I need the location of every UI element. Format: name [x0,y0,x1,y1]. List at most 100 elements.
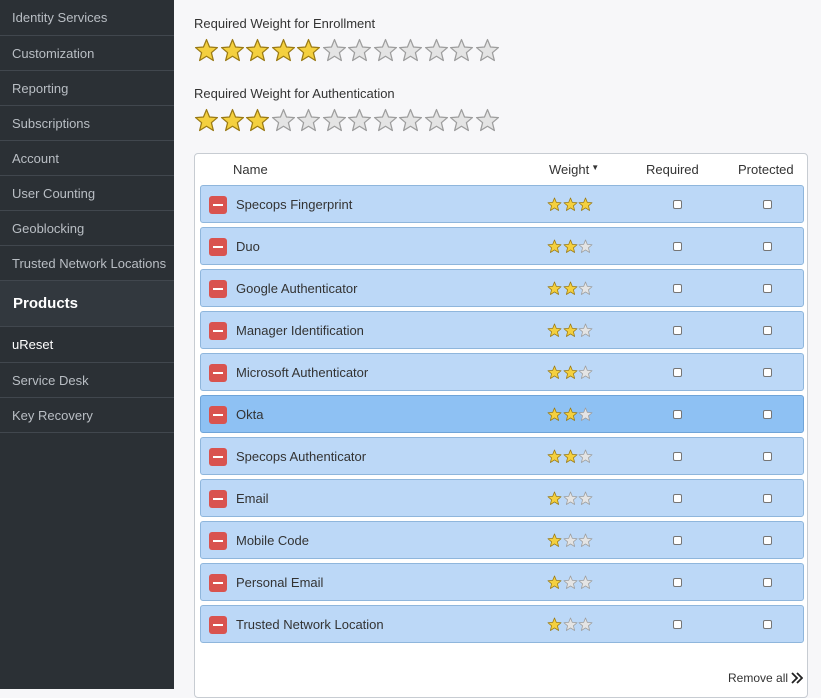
sidebar-item-account[interactable]: Account [0,141,174,176]
enrollment-star-empty-icon[interactable] [347,38,372,63]
protected-checkbox[interactable] [763,242,772,251]
required-checkbox[interactable] [673,536,682,545]
remove-method-button[interactable] [209,490,227,508]
authentication-star-empty-icon[interactable] [296,108,321,133]
weight-star-filled-icon[interactable] [547,407,562,422]
required-checkbox[interactable] [673,200,682,209]
required-checkbox[interactable] [673,494,682,503]
method-row[interactable]: Email [200,479,804,517]
sidebar-item-customization[interactable]: Customization [0,36,174,71]
remove-method-button[interactable] [209,196,227,214]
enrollment-star-filled-icon[interactable] [245,38,270,63]
weight-star-empty-icon[interactable] [578,575,593,590]
enrollment-star-empty-icon[interactable] [475,38,500,63]
enrollment-star-empty-icon[interactable] [322,38,347,63]
required-checkbox[interactable] [673,410,682,419]
weight-star-filled-icon[interactable] [547,365,562,380]
method-row[interactable]: Specops Fingerprint [200,185,804,223]
column-header-protected[interactable]: Protected [738,162,794,177]
protected-checkbox[interactable] [763,536,772,545]
weight-star-filled-icon[interactable] [547,617,562,632]
sidebar-item-identity-services[interactable]: Identity Services [0,0,174,36]
method-row[interactable]: Duo [200,227,804,265]
weight-star-filled-icon[interactable] [578,197,593,212]
weight-star-filled-icon[interactable] [563,281,578,296]
method-row[interactable]: Trusted Network Location [200,605,804,643]
authentication-star-filled-icon[interactable] [220,108,245,133]
protected-checkbox[interactable] [763,410,772,419]
authentication-star-empty-icon[interactable] [449,108,474,133]
weight-star-empty-icon[interactable] [578,617,593,632]
sidebar-item-geoblocking[interactable]: Geoblocking [0,211,174,246]
weight-star-filled-icon[interactable] [547,323,562,338]
weight-star-empty-icon[interactable] [563,533,578,548]
authentication-star-empty-icon[interactable] [322,108,347,133]
weight-star-empty-icon[interactable] [578,407,593,422]
sidebar-item-service-desk[interactable]: Service Desk [0,363,174,398]
enrollment-star-empty-icon[interactable] [449,38,474,63]
sidebar-item-key-recovery[interactable]: Key Recovery [0,398,174,433]
remove-method-button[interactable] [209,532,227,550]
enrollment-star-filled-icon[interactable] [194,38,219,63]
weight-star-filled-icon[interactable] [547,197,562,212]
method-row[interactable]: Microsoft Authenticator [200,353,804,391]
weight-star-filled-icon[interactable] [563,239,578,254]
weight-star-filled-icon[interactable] [547,533,562,548]
protected-checkbox[interactable] [763,494,772,503]
enrollment-star-rating[interactable] [194,38,500,63]
method-weight-rating[interactable] [547,407,594,422]
sidebar-item-trusted-network-locations[interactable]: Trusted Network Locations [0,246,174,281]
weight-star-filled-icon[interactable] [547,575,562,590]
protected-checkbox[interactable] [763,200,772,209]
weight-star-empty-icon[interactable] [578,239,593,254]
authentication-star-empty-icon[interactable] [271,108,296,133]
remove-method-button[interactable] [209,280,227,298]
remove-method-button[interactable] [209,322,227,340]
weight-star-empty-icon[interactable] [563,491,578,506]
required-checkbox[interactable] [673,578,682,587]
authentication-star-empty-icon[interactable] [373,108,398,133]
authentication-star-empty-icon[interactable] [347,108,372,133]
required-checkbox[interactable] [673,452,682,461]
required-checkbox[interactable] [673,242,682,251]
weight-star-empty-icon[interactable] [578,323,593,338]
protected-checkbox[interactable] [763,326,772,335]
enrollment-star-filled-icon[interactable] [296,38,321,63]
authentication-star-filled-icon[interactable] [194,108,219,133]
weight-star-empty-icon[interactable] [578,281,593,296]
weight-star-filled-icon[interactable] [563,323,578,338]
method-weight-rating[interactable] [547,617,594,632]
weight-star-filled-icon[interactable] [563,407,578,422]
weight-star-filled-icon[interactable] [563,197,578,212]
remove-method-button[interactable] [209,448,227,466]
remove-all-link[interactable]: Remove all [728,671,804,685]
method-weight-rating[interactable] [547,323,594,338]
enrollment-star-empty-icon[interactable] [373,38,398,63]
method-weight-rating[interactable] [547,449,594,464]
remove-method-button[interactable] [209,616,227,634]
required-checkbox[interactable] [673,326,682,335]
protected-checkbox[interactable] [763,368,772,377]
method-weight-rating[interactable] [547,575,594,590]
sidebar-item-reporting[interactable]: Reporting [0,71,174,106]
weight-star-filled-icon[interactable] [563,365,578,380]
method-row[interactable]: Okta [200,395,804,433]
weight-star-filled-icon[interactable] [547,239,562,254]
method-row[interactable]: Mobile Code [200,521,804,559]
protected-checkbox[interactable] [763,620,772,629]
weight-star-filled-icon[interactable] [563,449,578,464]
required-checkbox[interactable] [673,284,682,293]
sidebar-item-subscriptions[interactable]: Subscriptions [0,106,174,141]
method-row[interactable]: Personal Email [200,563,804,601]
weight-star-filled-icon[interactable] [547,449,562,464]
enrollment-star-filled-icon[interactable] [220,38,245,63]
remove-method-button[interactable] [209,574,227,592]
authentication-star-rating[interactable] [194,108,500,133]
authentication-star-empty-icon[interactable] [475,108,500,133]
weight-star-empty-icon[interactable] [578,533,593,548]
enrollment-star-empty-icon[interactable] [398,38,423,63]
weight-star-filled-icon[interactable] [547,491,562,506]
remove-method-button[interactable] [209,238,227,256]
weight-star-empty-icon[interactable] [563,617,578,632]
authentication-star-filled-icon[interactable] [245,108,270,133]
